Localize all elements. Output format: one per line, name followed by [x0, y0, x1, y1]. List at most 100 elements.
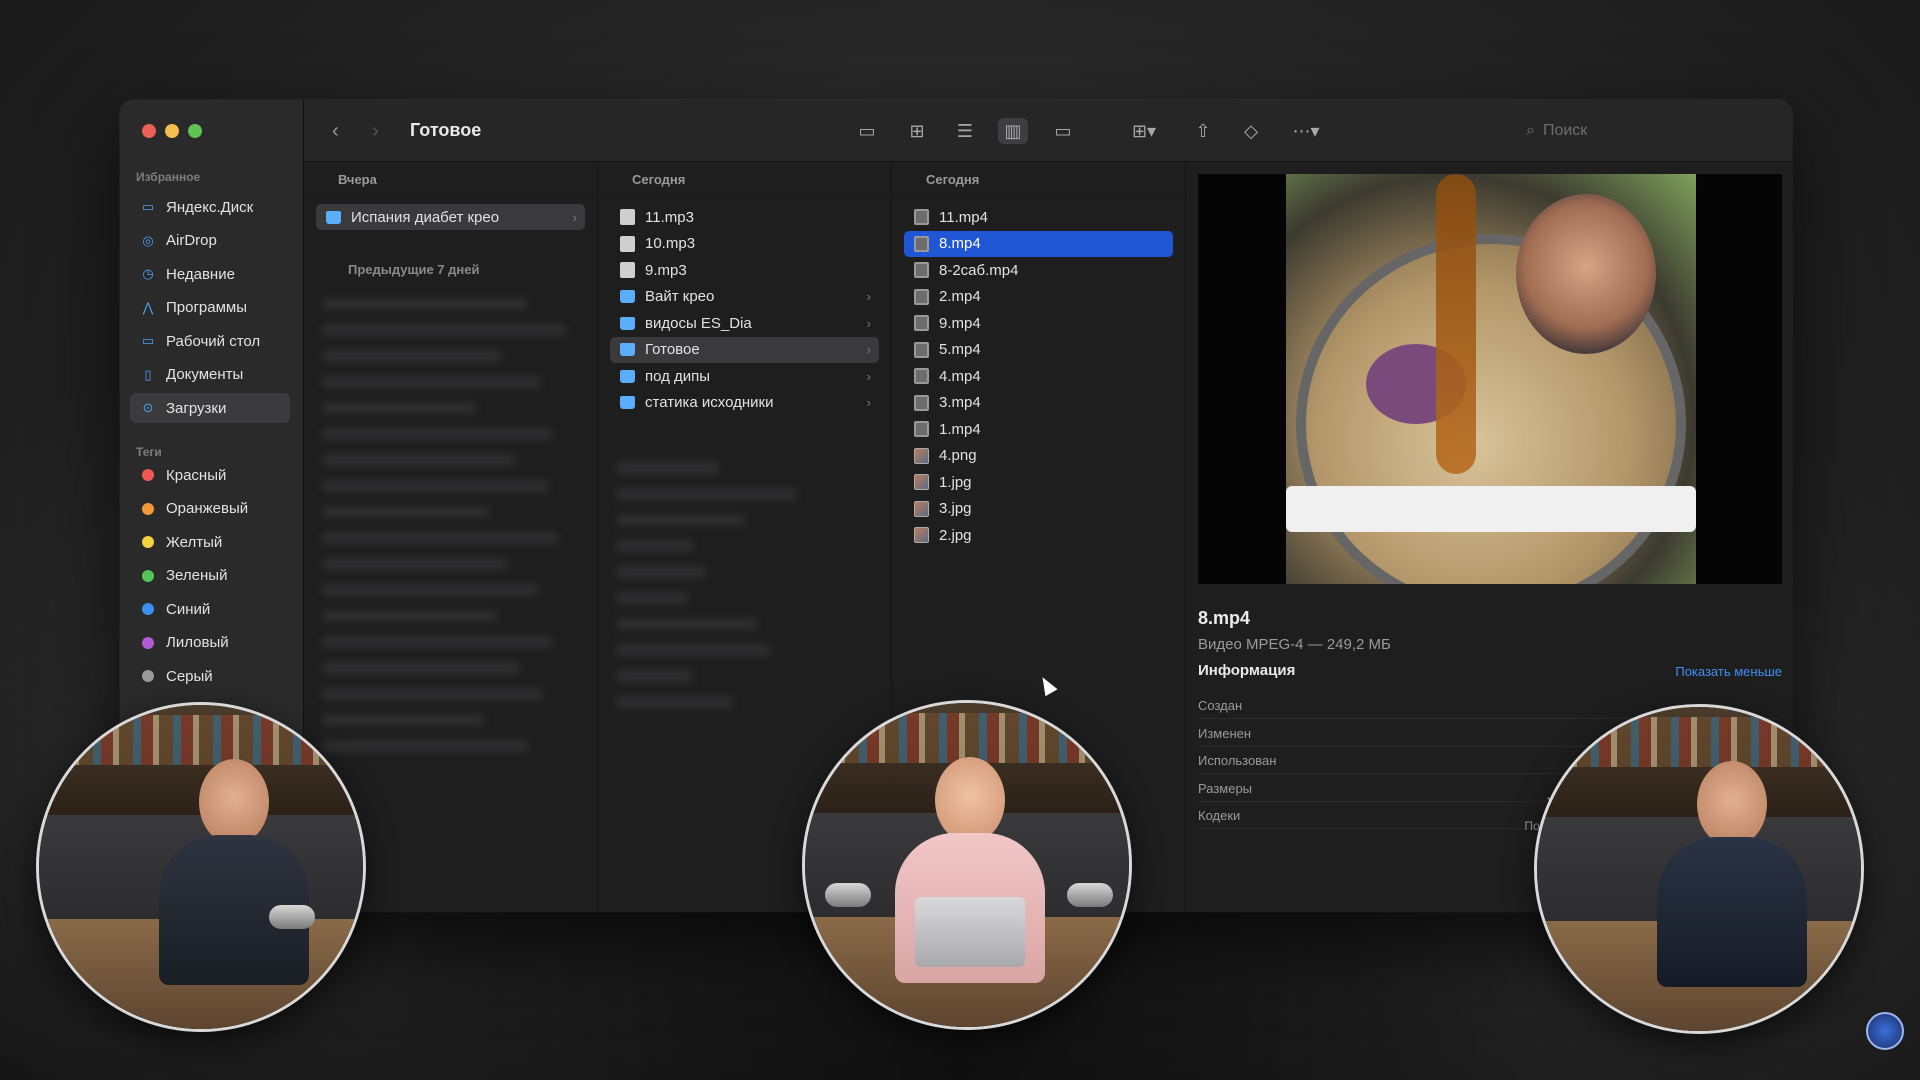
list-item[interactable]: 5.mp4 [904, 337, 1173, 363]
caption-bar [1286, 486, 1696, 532]
list-item[interactable]: 1.mp4 [904, 416, 1173, 442]
folder-icon [326, 210, 341, 224]
list-item[interactable]: статика исходники › [610, 390, 879, 416]
list-item[interactable]: 4.png [904, 443, 1173, 469]
preview-kind: Видео MPEG-4 — 249,2 МБ [1198, 636, 1391, 653]
window-title: Готовое [410, 120, 482, 140]
list-view-icon[interactable]: ☰ [950, 118, 980, 144]
folder-icon [620, 343, 635, 356]
image-file-icon [914, 474, 929, 490]
sidebar-item-6[interactable]: ⊙ Загрузки [130, 393, 290, 423]
gallery-view-icon[interactable]: ▭ [1048, 118, 1078, 144]
sidebar-item-4[interactable]: ▭ Рабочий стол [130, 326, 290, 356]
more-actions-icon[interactable]: ⋯▾ [1284, 118, 1328, 144]
tag-item-1[interactable]: Оранжевый [130, 494, 290, 524]
file-name: 11.mp4 [939, 208, 988, 226]
list-item[interactable]: 3.jpg [904, 496, 1173, 522]
webcam-right [1534, 704, 1864, 1034]
list-item[interactable]: Готовое › [610, 336, 879, 363]
blurred-list [322, 298, 579, 766]
close-button[interactable] [142, 124, 156, 138]
minimize-button[interactable] [165, 124, 179, 138]
sidebar-item-label: Документы [166, 366, 244, 383]
tag-icon[interactable]: ◇ [1236, 118, 1266, 144]
tag-label: Серый [166, 667, 213, 685]
share-icon[interactable]: ⇧ [1188, 118, 1218, 144]
file-name: 1.mp4 [939, 420, 981, 438]
list-item[interactable]: 9.mp3 [610, 257, 879, 283]
tag-label: Оранжевый [166, 500, 249, 517]
blurred-list-2 [616, 462, 873, 722]
back-icon[interactable]: ‹ [332, 118, 339, 144]
info-field-label: Использован [1198, 753, 1277, 768]
tags-section-title: Теги [136, 445, 162, 459]
tag-item-2[interactable]: Желтый [130, 527, 290, 557]
video-file-icon [914, 209, 929, 225]
chevron-right-icon: › [866, 368, 871, 384]
tag-item-3[interactable]: Зеленый [130, 561, 290, 591]
icon-view-icon[interactable]: ⊞ [902, 118, 932, 144]
sidebar-item-0[interactable]: ▭ Яндекс.Диск [130, 192, 290, 222]
tag-item-6[interactable]: Серый [130, 661, 290, 691]
list-item[interactable]: видосы ES_Dia › [610, 310, 879, 336]
search-icon: ⌕ [1526, 122, 1535, 139]
folder-icon [620, 396, 635, 409]
toolbar: ‹ › Готовое ▭ ⊞ ☰ ▥ ▭ ⊞▾ ⇧ ◇ ⋯▾ ⌕ Поиск [304, 100, 1792, 162]
list-item[interactable]: 3.mp4 [904, 390, 1173, 416]
list-item[interactable]: 2.jpg [904, 522, 1173, 548]
column-view-icon[interactable]: ▥ [998, 118, 1028, 144]
list-item[interactable]: 11.mp4 [904, 204, 1173, 230]
tag-label: Желтый [166, 533, 223, 551]
sidebar-item-1[interactable]: ◎ AirDrop [130, 226, 290, 256]
sidebar-item-5[interactable]: ▯ Документы [130, 360, 290, 390]
video-preview[interactable] [1198, 174, 1782, 584]
list-item[interactable]: под дипы › [610, 363, 879, 389]
tag-label: Лиловый [166, 634, 229, 651]
file-name: 2.jpg [939, 526, 972, 544]
file-name: Испания диабет крео [351, 208, 500, 226]
file-name: 10.mp3 [645, 235, 696, 252]
file-name: 8.mp4 [939, 235, 981, 252]
laptop [915, 897, 1025, 967]
audio-file-icon [620, 235, 635, 252]
list-item[interactable]: 1.jpg [904, 469, 1173, 495]
list-item[interactable]: 8.mp4 [904, 230, 1173, 257]
show-less-link[interactable]: Показать меньше [1675, 664, 1782, 679]
window-controls [142, 124, 202, 138]
list-item[interactable]: Вайт крео › [610, 284, 879, 310]
info-field-label: Изменен [1198, 725, 1252, 741]
search-placeholder: Поиск [1542, 122, 1588, 139]
folder-icon [620, 369, 635, 383]
webcam-center [802, 700, 1132, 1030]
group-by-icon[interactable]: ⊞▾ [1122, 118, 1166, 144]
webcam-left [36, 702, 366, 1032]
sidebar-item-3[interactable]: ⋀ Программы [130, 293, 290, 323]
list-item[interactable]: 10.mp3 [610, 231, 879, 257]
new-folder-icon[interactable]: ▭ [852, 118, 882, 144]
file-name: Готовое [645, 341, 700, 358]
tag-item-4[interactable]: Синий [130, 594, 290, 624]
sidebar-item-label: Недавние [166, 265, 235, 283]
tag-dot-icon [142, 636, 154, 649]
list-item[interactable]: 2.mp4 [904, 284, 1173, 310]
file-name: 9.mp3 [645, 261, 687, 279]
video-thumbnail [1286, 174, 1696, 584]
sidebar-item-2[interactable]: ◷ Недавние [130, 259, 290, 289]
list-item[interactable]: 9.mp4 [904, 310, 1173, 336]
search-field[interactable]: ⌕ Поиск [1516, 116, 1786, 146]
zoom-button[interactable] [188, 124, 202, 138]
list-item[interactable]: 4.mp4 [904, 363, 1173, 389]
forward-icon[interactable]: › [372, 118, 379, 144]
file-name: 3.mp4 [939, 394, 981, 411]
folder-icon [620, 290, 635, 303]
tag-dot-icon [142, 536, 154, 548]
tag-item-5[interactable]: Лиловый [130, 628, 290, 658]
list-item[interactable]: 8-2саб.mp4 [904, 257, 1173, 283]
file-name: 5.mp4 [939, 341, 981, 358]
tag-item-0[interactable]: Красный [130, 460, 290, 490]
list-item[interactable]: Испания диабет крео › [316, 204, 585, 230]
file-name: 9.mp4 [939, 314, 981, 332]
list-item[interactable]: 11.mp3 [610, 204, 879, 230]
video-file-icon [914, 421, 929, 437]
tag-dot-icon [142, 469, 154, 481]
